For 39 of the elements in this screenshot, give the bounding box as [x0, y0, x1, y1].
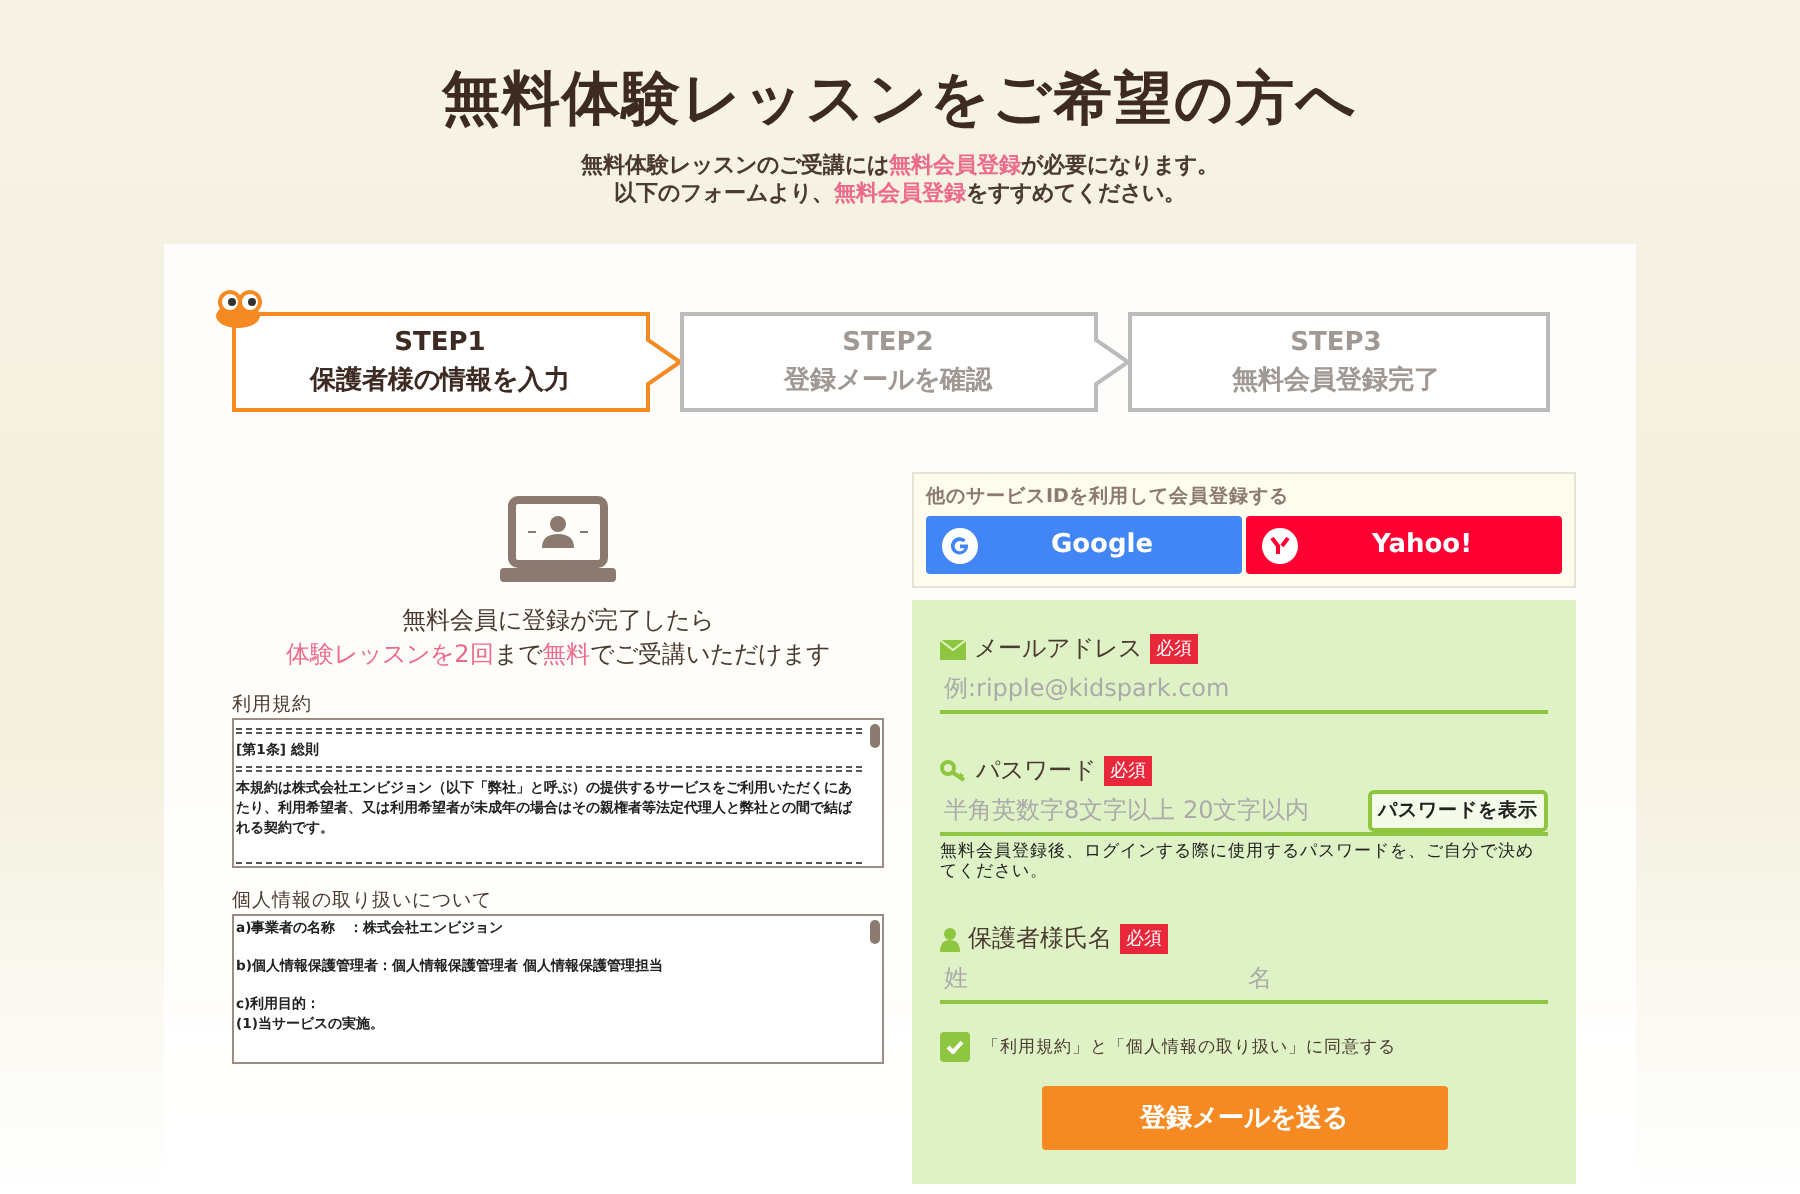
- yahoo-logo-icon: [1262, 527, 1298, 563]
- show-password-button[interactable]: パスワードを表示: [1368, 789, 1548, 831]
- password-input[interactable]: 半角英数字8文字以上 20文字以内: [940, 796, 1368, 824]
- step-label: 保護者様の情報を入力: [310, 363, 570, 397]
- social-signup-button[interactable]: Google: [926, 516, 1242, 574]
- envelope-icon: [940, 639, 966, 659]
- required-badge: 必須: [1150, 634, 1198, 664]
- step-number: STEP1: [394, 327, 486, 357]
- required-badge: 必須: [1120, 924, 1168, 954]
- person-icon: [940, 927, 960, 951]
- intro-text: 無料体験レッスンのご受講には無料会員登録が必要になります。: [581, 152, 1219, 178]
- promo-text: 無料会員に登録が完了したら: [401, 606, 714, 634]
- field-label: 保護者様氏名: [968, 922, 1112, 956]
- field-label: メールアドレス: [974, 632, 1142, 666]
- page-title: 無料体験レッスンをご希望の方へ: [442, 62, 1358, 136]
- terms-title: 利用規約: [232, 692, 312, 718]
- google-logo-icon: [942, 527, 978, 563]
- scrollbar-thumb[interactable]: [870, 920, 880, 944]
- step-number: STEP2: [842, 327, 934, 357]
- agree-label: 「利用規約」と「個人情報の取り扱い」に同意する: [982, 1035, 1396, 1059]
- name-input[interactable]: 姓: [940, 964, 1244, 992]
- social-signup-title: 他のサービスIDを利用して会員登録する: [926, 484, 1291, 510]
- key-icon: [940, 760, 968, 782]
- step-label: 無料会員登録完了: [1232, 363, 1440, 397]
- password-hint: 無料会員登録後、ログインする際に使用するパスワードを、ご自分で決めてください。: [940, 842, 1536, 882]
- scrollbar-thumb[interactable]: [870, 724, 880, 748]
- field-label: パスワード: [976, 754, 1096, 788]
- agree-checkbox[interactable]: [940, 1032, 970, 1062]
- intro-text: 以下のフォームより、無料会員登録をすすめてください。: [614, 180, 1186, 206]
- step-number: STEP3: [1290, 327, 1382, 357]
- step-label: 登録メールを確認: [784, 363, 992, 397]
- social-signup-button[interactable]: Yahoo!: [1246, 516, 1562, 574]
- name-input[interactable]: 名: [1244, 964, 1548, 992]
- privacy-title: 個人情報の取り扱いについて: [232, 888, 492, 914]
- required-badge: 必須: [1104, 756, 1152, 786]
- checkmark-icon: [946, 1040, 964, 1054]
- laptop-user-icon: [500, 496, 616, 584]
- promo-text: 体験レッスンを2回まで無料でご受講いただけます: [286, 640, 830, 668]
- email-input[interactable]: 例:ripple@kidspark.com: [940, 674, 1548, 702]
